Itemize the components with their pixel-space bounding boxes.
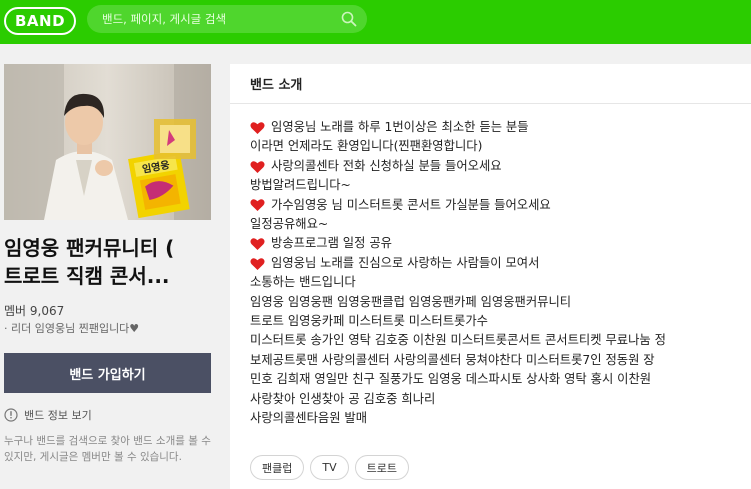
section-title: 밴드 소개 xyxy=(250,78,303,93)
info-circle-icon xyxy=(4,408,18,422)
description-text: 방송프로그램 일정 공유 xyxy=(271,236,392,251)
description-text: 가수임영웅 님 미스터트롯 콘서트 가실분들 들어오세요 xyxy=(271,197,551,212)
search-box[interactable] xyxy=(87,5,367,33)
description-text: 트로트 임영웅카페 미스터트롯 미스터트롯가수 xyxy=(250,314,488,329)
description-text: 임영웅 임영웅팬 임영웅팬클럽 임영웅팬카페 임영웅팬커뮤니티 xyxy=(250,294,572,309)
description-line: 방법알려드립니다~ xyxy=(250,176,745,195)
description-text: 민호 김희재 영일만 친구 질풍가도 임영웅 데스파시토 상사화 영탁 홍시 이… xyxy=(250,372,652,387)
leader-info: · 리더 임영웅님 찐팬입니다♥ xyxy=(4,322,140,335)
description-line: 사랑의콜센타음원 발매 xyxy=(250,409,745,428)
description-text: 사랑의콜센타음원 발매 xyxy=(250,411,368,426)
tag-trot[interactable]: 트로트 xyxy=(354,455,409,480)
description-text: 임영웅님 노래를 진심으로 사랑하는 사람들이 모여서 xyxy=(271,255,540,270)
search-icon[interactable] xyxy=(341,11,357,27)
description-text: 사랑찾아 인생찾아 공 김호중 희나리 xyxy=(250,391,436,406)
description-line: 방송프로그램 일정 공유 xyxy=(250,234,745,253)
description-line: 소통하는 밴드입니다 xyxy=(250,273,745,292)
description-line: 이라면 언제라도 환영입니다(찐팬환영합니다) xyxy=(250,137,745,156)
tag-tv[interactable]: TV xyxy=(310,455,349,480)
description-line: 사랑의콜센타 전화 신청하실 분들 들어오세요 xyxy=(250,157,745,176)
description-text: 보제공트롯맨 사랑의콜센터 사랑의콜센터 뭉쳐야찬다 미스터트롯7인 정동원 장 xyxy=(250,352,655,367)
section-divider xyxy=(230,103,751,104)
description-line: 미스터트롯 송가인 영탁 김호중 이찬원 미스터트롯콘서트 콘서트티켓 무료나눔… xyxy=(250,331,745,350)
description-text: 이라면 언제라도 환영입니다(찐팬환영합니다) xyxy=(250,139,483,154)
band-logo[interactable]: BAND xyxy=(4,7,76,35)
heart-icon xyxy=(250,121,265,134)
member-count: 멤버 9,067 xyxy=(4,304,65,318)
cover-photo: 임영웅 xyxy=(4,64,211,220)
top-bar: BAND xyxy=(0,0,751,44)
heart-icon xyxy=(250,238,265,251)
description-text: 일정공유해요~ xyxy=(250,217,329,232)
band-title-line-1: 임영웅 팬커뮤니티 ( xyxy=(4,236,175,260)
description-line: 임영웅 임영웅팬 임영웅팬클럽 임영웅팬카페 임영웅팬커뮤니티 xyxy=(250,293,745,312)
band-intro-panel: 밴드 소개 임영웅님 노래를 하루 1번이상은 최소한 듣는 분들이라면 언제라… xyxy=(230,64,751,489)
tag-list: 팬클럽 TV 트로트 xyxy=(250,455,409,480)
tag-fanclub[interactable]: 팬클럽 xyxy=(250,455,305,480)
description-line: 보제공트롯맨 사랑의콜센터 사랑의콜센터 뭉쳐야찬다 미스터트롯7인 정동원 장 xyxy=(250,351,745,370)
description-line: 일정공유해요~ xyxy=(250,215,745,234)
heart-icon xyxy=(250,199,265,212)
heart-icon xyxy=(250,257,265,270)
search-input[interactable] xyxy=(102,5,332,33)
description-line: 민호 김희재 영일만 친구 질풍가도 임영웅 데스파시토 상사화 영탁 홍시 이… xyxy=(250,370,745,389)
visibility-notice: 누구나 밴드를 검색으로 찾아 밴드 소개를 볼 수 있지만, 게시글은 멤버만… xyxy=(4,435,211,463)
description-text: 미스터트롯 송가인 영탁 김호중 이찬원 미스터트롯콘서트 콘서트티켓 무료나눔… xyxy=(250,333,666,348)
band-title-line-2: 트로트 직캠 콘서... xyxy=(4,264,170,288)
description-line: 트로트 임영웅카페 미스터트롯 미스터트롯가수 xyxy=(250,312,745,331)
description-line: 임영웅님 노래를 하루 1번이상은 최소한 듣는 분들 xyxy=(250,118,745,137)
band-description: 임영웅님 노래를 하루 1번이상은 최소한 듣는 분들이라면 언제라도 환영입니… xyxy=(250,118,745,429)
description-text: 소통하는 밴드입니다 xyxy=(250,275,356,290)
description-text: 사랑의콜센타 전화 신청하실 분들 들어오세요 xyxy=(271,158,502,173)
join-band-button[interactable]: 밴드 가입하기 xyxy=(4,353,211,393)
heart-icon xyxy=(250,160,265,173)
description-line: 가수임영웅 님 미스터트롯 콘서트 가실분들 들어오세요 xyxy=(250,196,745,215)
description-text: 방법알려드립니다~ xyxy=(250,178,351,193)
description-line: 사랑찾아 인생찾아 공 김호중 희나리 xyxy=(250,390,745,409)
band-title[interactable]: 임영웅 팬커뮤니티 ( 트로트 직캠 콘서... xyxy=(4,234,211,290)
description-line: 임영웅님 노래를 진심으로 사랑하는 사람들이 모여서 xyxy=(250,254,745,273)
band-cover-image[interactable]: 임영웅 xyxy=(4,64,211,220)
band-info-link[interactable]: 밴드 정보 보기 xyxy=(4,407,92,423)
band-info-label: 밴드 정보 보기 xyxy=(24,409,92,422)
description-text: 임영웅님 노래를 하루 1번이상은 최소한 듣는 분들 xyxy=(271,120,529,134)
